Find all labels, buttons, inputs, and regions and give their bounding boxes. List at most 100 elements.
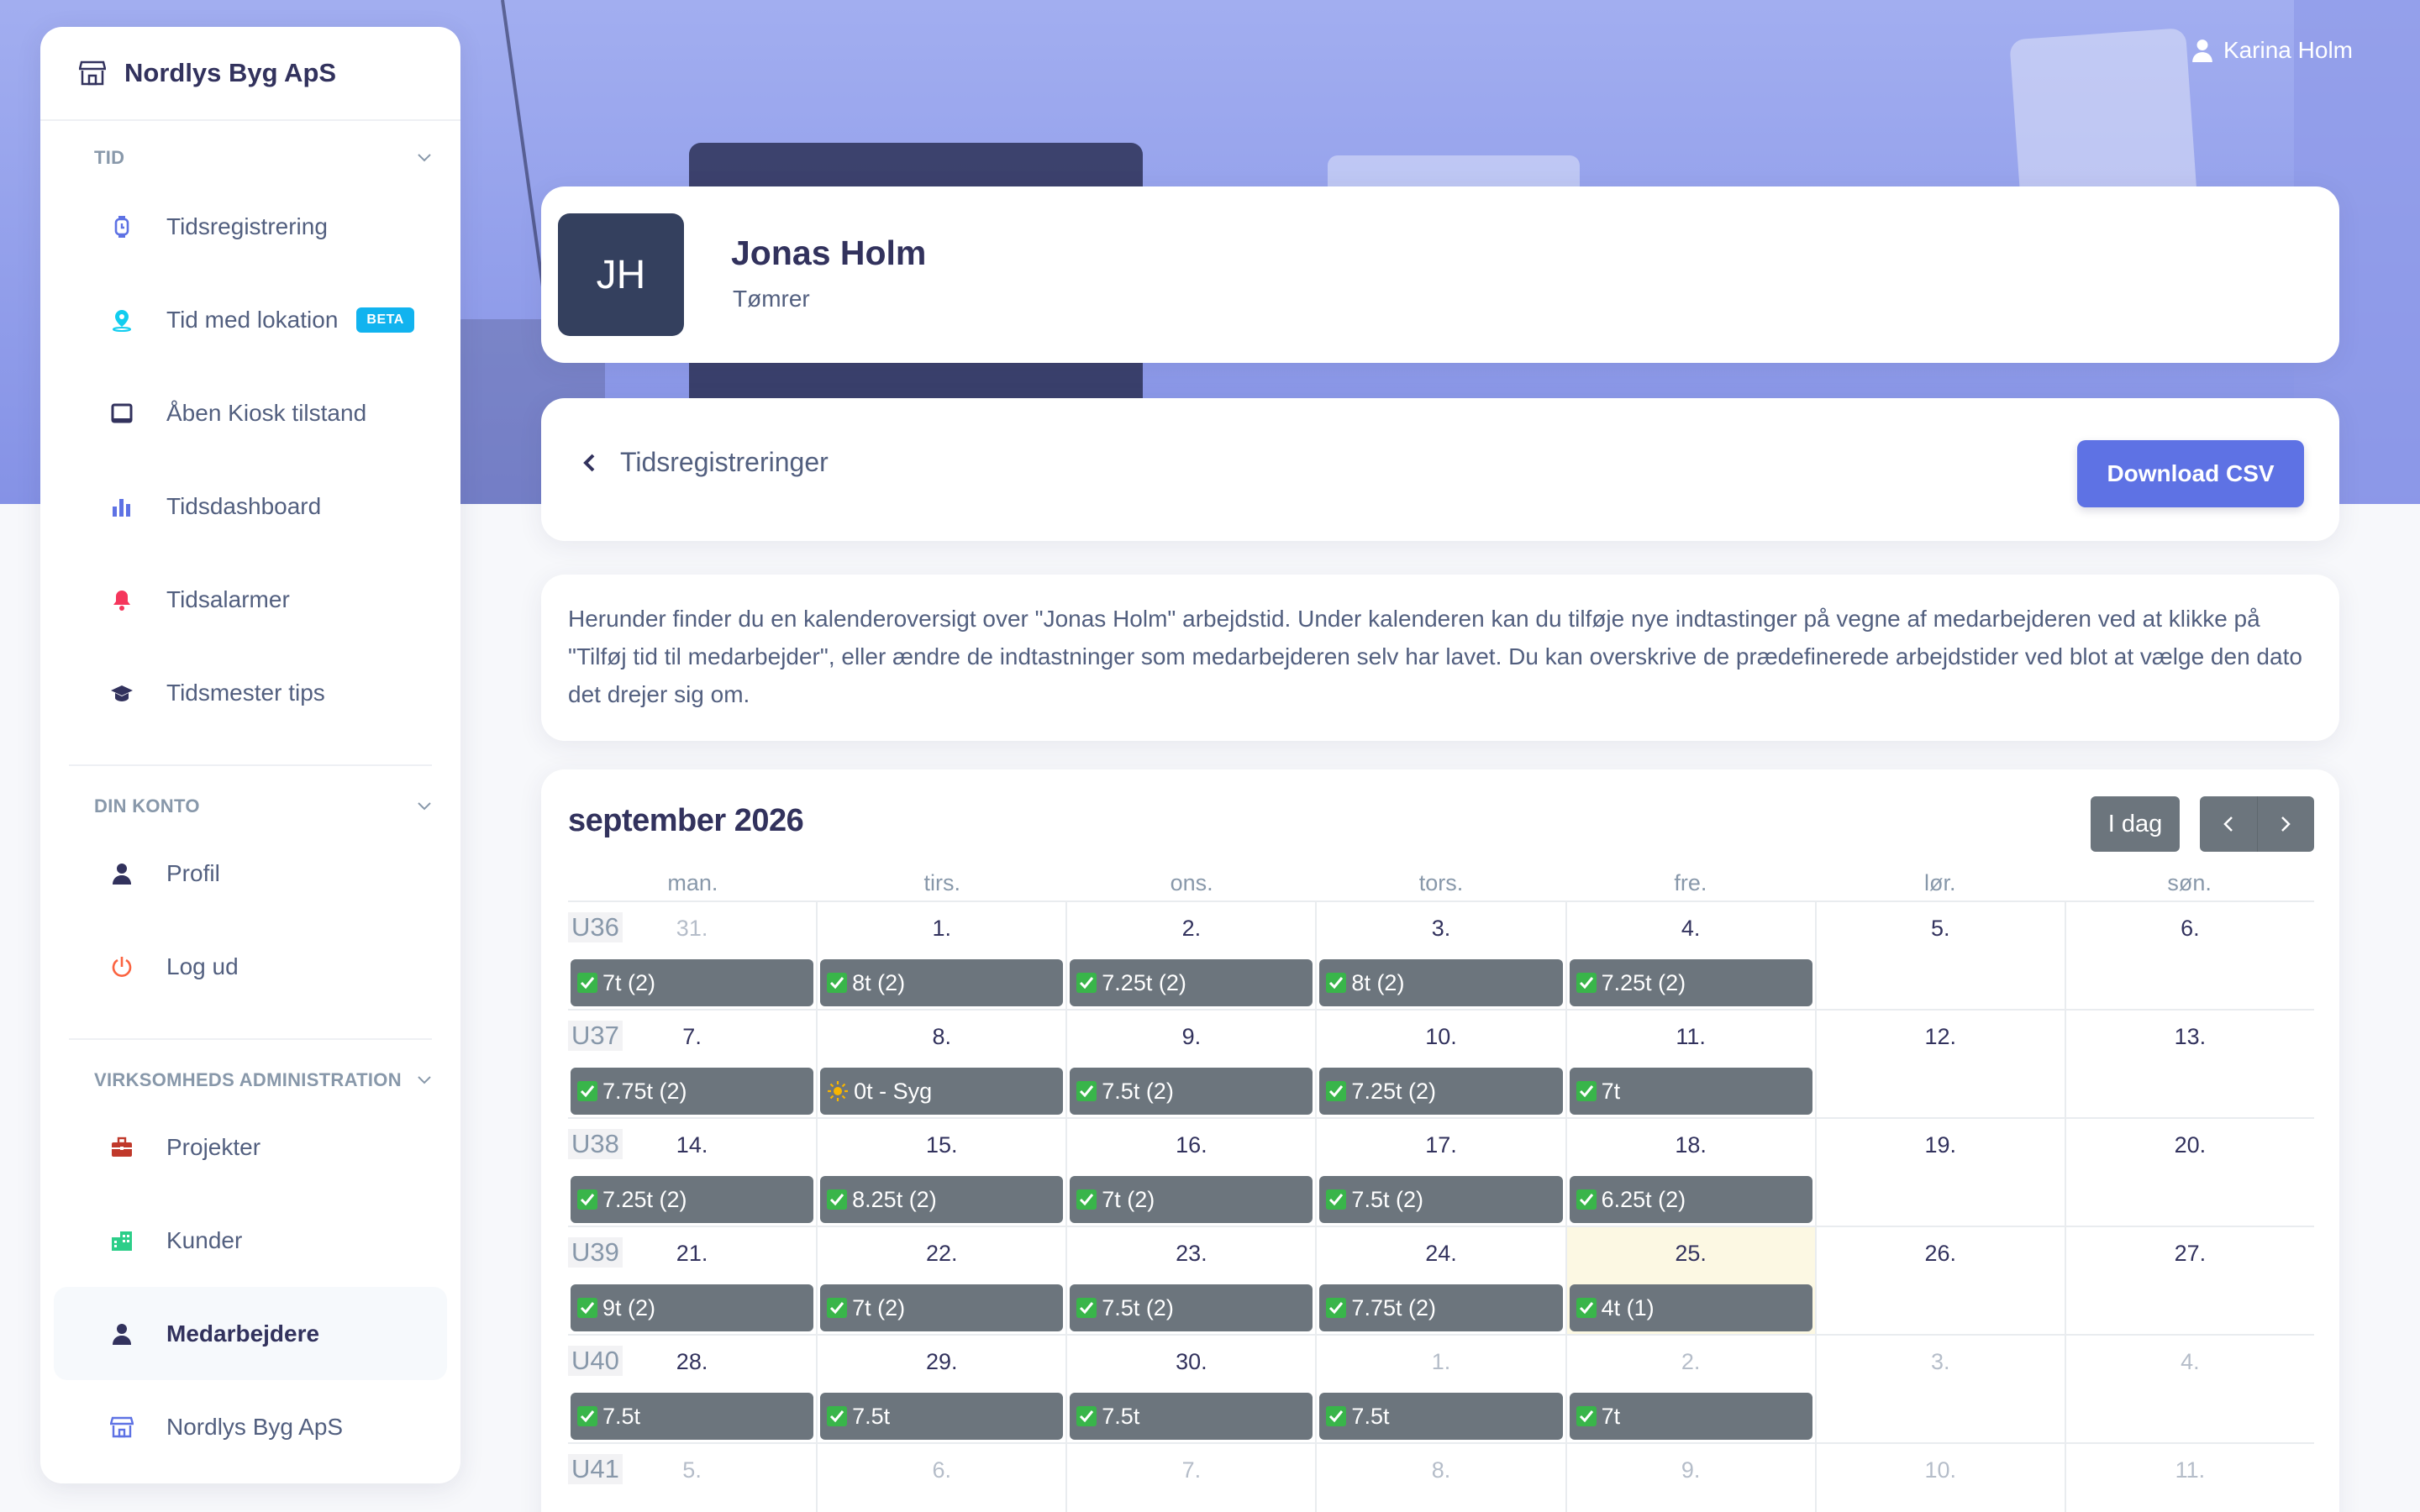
sidebar-item-tidsalarmer[interactable]: Tidsalarmer (54, 553, 447, 646)
time-entry-event[interactable]: 6.25t (2) (1569, 1176, 1812, 1223)
sidebar-section-header[interactable]: VIRKSOMHEDS ADMINISTRATION (40, 1060, 460, 1100)
checkmark-icon (1076, 1298, 1097, 1318)
calendar-day[interactable]: 23. 7.5t (2) (1067, 1227, 1318, 1334)
time-entry-event[interactable]: 7.5t (2) (1070, 1284, 1313, 1331)
time-entry-event[interactable]: 8t (2) (820, 959, 1064, 1006)
calendar-day[interactable]: 6. (2066, 902, 2314, 1009)
time-entry-event[interactable]: 7.25t (2) (571, 1176, 814, 1223)
time-entry-event[interactable]: 7.25t (2) (1319, 1068, 1563, 1115)
calendar-day[interactable]: 7. (1067, 1444, 1318, 1512)
time-entry-event[interactable]: 7t (2) (820, 1284, 1064, 1331)
time-entry-event[interactable]: 7.25t (2) (1569, 959, 1812, 1006)
calendar-day[interactable]: 1. 7.5t (1317, 1336, 1567, 1442)
time-entry-event[interactable]: 7t (2) (571, 959, 814, 1006)
sidebar-item-tid-med-lokation[interactable]: Tid med lokation BETA (54, 273, 447, 366)
time-entry-event[interactable]: 8.25t (2) (820, 1176, 1064, 1223)
sidebar-item-log-ud[interactable]: Log ud (54, 920, 447, 1013)
calendar-day[interactable]: 8. (1317, 1444, 1567, 1512)
today-button[interactable]: I dag (2091, 796, 2180, 852)
sidebar-item-kunder[interactable]: Kunder (54, 1194, 447, 1287)
time-entry-event[interactable]: 0t - Syg (820, 1068, 1064, 1115)
calendar-day[interactable]: 5. (1817, 902, 2066, 1009)
time-entry-event[interactable]: 7t (1569, 1393, 1812, 1440)
calendar-day[interactable]: 19. (1817, 1119, 2066, 1226)
calendar-day[interactable]: 12. (1817, 1011, 2066, 1117)
calendar-day[interactable]: 29. 7.5t (818, 1336, 1068, 1442)
sidebar-item-projekter[interactable]: Projekter (54, 1100, 447, 1194)
sidebar-item-medarbejdere[interactable]: Medarbejdere (54, 1287, 447, 1380)
sidebar-item-nordlys-byg-aps[interactable]: Nordlys Byg ApS (54, 1380, 447, 1473)
time-entry-event[interactable]: 7.25t (2) (1070, 959, 1313, 1006)
time-entry-event[interactable]: 4t (1) (1569, 1284, 1812, 1331)
sidebar-brand[interactable]: Nordlys Byg ApS (40, 27, 460, 121)
calendar-day[interactable]: 3. (1817, 1336, 2066, 1442)
sidebar-section-header[interactable]: DIN KONTO (40, 786, 460, 827)
company-name: Nordlys Byg ApS (124, 58, 337, 87)
time-entry-event[interactable]: 7.5t (2) (1070, 1068, 1313, 1115)
calendar-day[interactable]: 9. (1567, 1444, 1817, 1512)
power-icon (109, 954, 134, 979)
time-entry-event[interactable]: 7.5t (2) (1319, 1176, 1563, 1223)
checkmark-icon (827, 973, 848, 993)
sidebar-item-tidsdashboard[interactable]: Tidsdashboard (54, 459, 447, 553)
calendar-day[interactable]: 24. 7.75t (2) (1317, 1227, 1567, 1334)
weekday-header: man. tirs. ons. tors. fre. lør. søn. (568, 870, 2314, 902)
sidebar-item-åben-kiosk-tilstand[interactable]: Åben Kiosk tilstand (54, 366, 447, 459)
calendar-day[interactable]: 3. 8t (2) (1317, 902, 1567, 1009)
sidebar-item-profil[interactable]: Profil (54, 827, 447, 920)
calendar-day[interactable]: 10. 7.25t (2) (1317, 1011, 1567, 1117)
calendar-day[interactable]: 4. (2066, 1336, 2314, 1442)
calendar-day[interactable]: 27. (2066, 1227, 2314, 1334)
sidebar-section-header[interactable]: TID (40, 138, 460, 178)
time-entry-event[interactable]: 7.75t (2) (571, 1068, 814, 1115)
section-title: DIN KONTO (94, 795, 200, 816)
calendar-day[interactable]: 20. (2066, 1119, 2314, 1226)
calendar-day[interactable]: 6. (818, 1444, 1068, 1512)
time-entry-event[interactable]: 8t (2) (1319, 959, 1563, 1006)
time-entry-event[interactable]: 7.5t (820, 1393, 1064, 1440)
user-menu[interactable]: Karina Holm (2191, 37, 2353, 64)
calendar-day[interactable]: 13. (2066, 1011, 2314, 1117)
event-label: 0t - Syg (854, 1078, 933, 1104)
calendar-day[interactable]: 8. 0t - Syg (818, 1011, 1068, 1117)
calendar-day[interactable]: 2. 7t (1567, 1336, 1817, 1442)
sidebar-divider (69, 764, 432, 766)
event-label: 8t (2) (852, 969, 906, 995)
time-entry-event[interactable]: 7.5t (1070, 1393, 1313, 1440)
sidebar-item-tidsmester-tips[interactable]: Tidsmester tips (54, 646, 447, 739)
prev-month-button[interactable] (2200, 796, 2257, 852)
calendar-day[interactable]: 17. 7.5t (2) (1317, 1119, 1567, 1226)
time-entry-event[interactable]: 7t (1569, 1068, 1812, 1115)
download-csv-button[interactable]: Download CSV (2077, 440, 2304, 507)
checkmark-icon (1326, 1298, 1347, 1318)
calendar-day[interactable]: 15. 8.25t (2) (818, 1119, 1068, 1226)
time-entry-event[interactable]: 7.75t (2) (1319, 1284, 1563, 1331)
calendar-day[interactable]: 4. 7.25t (2) (1567, 902, 1817, 1009)
calendar-day[interactable]: 1. 8t (2) (818, 902, 1068, 1009)
calendar-day[interactable]: 2. 7.25t (2) (1067, 902, 1318, 1009)
calendar-day[interactable]: 18. 6.25t (2) (1567, 1119, 1817, 1226)
calendar-day[interactable]: 11. 7t (1567, 1011, 1817, 1117)
calendar-day[interactable]: 10. (1817, 1444, 2066, 1512)
calendar-week-row: U36 31. 7t (2) 1. 8t (2) 2. 7.25t (2) 3. 8t (2) 4… (568, 902, 2314, 1011)
back-link[interactable]: Tidsregistreringer (581, 447, 829, 478)
calendar-day[interactable]: 22. 7t (2) (818, 1227, 1068, 1334)
calendar-day[interactable]: 26. (1817, 1227, 2066, 1334)
sidebar-item-tidsregistrering[interactable]: Tidsregistrering (54, 180, 447, 273)
checkmark-icon (577, 1298, 597, 1318)
time-entry-event[interactable]: 7.5t (1319, 1393, 1563, 1440)
time-entry-event[interactable]: 7t (2) (1070, 1176, 1313, 1223)
sidebar-item-label: Projekter (166, 1133, 261, 1160)
avatar: JH (558, 213, 684, 336)
time-entry-event[interactable]: 9t (2) (571, 1284, 814, 1331)
calendar-day-today[interactable]: 25. 4t (1) (1566, 1227, 1817, 1334)
calendar-day[interactable]: 9. 7.5t (2) (1067, 1011, 1318, 1117)
next-month-button[interactable] (2256, 796, 2314, 852)
event-label: 9t (2) (602, 1294, 656, 1320)
calendar-day[interactable]: 30. 7.5t (1067, 1336, 1318, 1442)
calendar-day[interactable]: 16. 7t (2) (1067, 1119, 1318, 1226)
sidebar-item-label: Log ud (166, 953, 239, 979)
time-entry-event[interactable]: 7.5t (571, 1393, 814, 1440)
calendar-day[interactable]: 11. (2066, 1444, 2314, 1512)
day-number: 1. (1431, 1349, 1451, 1374)
